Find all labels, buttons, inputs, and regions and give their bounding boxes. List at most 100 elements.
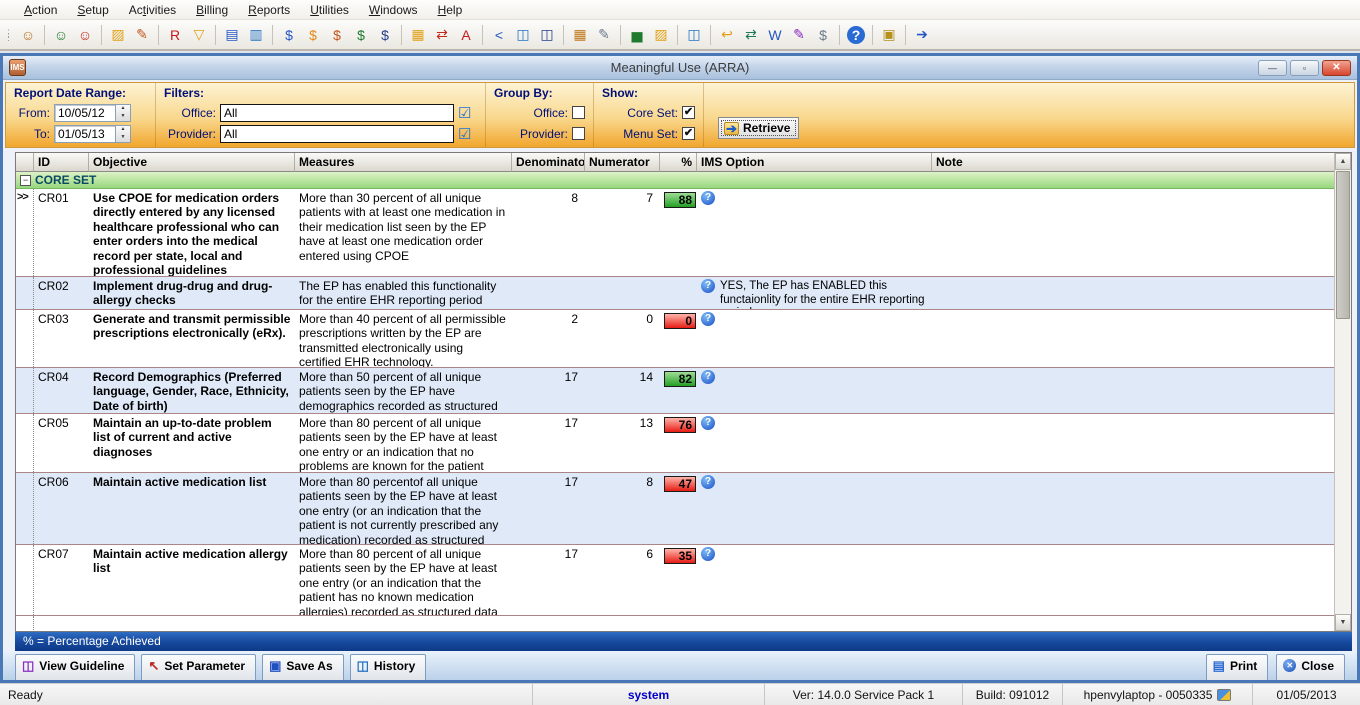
spin-up-icon[interactable]: ▲ bbox=[116, 126, 130, 134]
office-list-picker-icon[interactable]: ☑ bbox=[458, 104, 471, 122]
menu-reports[interactable]: Reports bbox=[238, 1, 300, 19]
menu-action[interactable]: Action bbox=[14, 1, 67, 19]
menu-activities[interactable]: Activities bbox=[119, 1, 186, 19]
data-transfer-icon[interactable]: ⇄ bbox=[740, 24, 762, 46]
notes-icon[interactable]: ▥ bbox=[245, 24, 267, 46]
report-clipboard-icon[interactable]: ◫ bbox=[683, 24, 705, 46]
restore-button[interactable]: ▫ bbox=[1290, 60, 1319, 76]
refresh-document-icon[interactable]: ↩ bbox=[716, 24, 738, 46]
column-header-denominator[interactable]: Denominator bbox=[512, 153, 585, 172]
statement-icon[interactable]: $ bbox=[812, 24, 834, 46]
retrieve-button[interactable]: ➔ Retrieve bbox=[718, 117, 799, 139]
spin-down-icon[interactable]: ▼ bbox=[116, 113, 130, 121]
column-header-indicator[interactable] bbox=[16, 153, 34, 172]
scroll-up-icon[interactable]: ▲ bbox=[1335, 153, 1351, 170]
print-button[interactable]: ▤ Print bbox=[1206, 654, 1269, 680]
grid-row-cr04[interactable]: CR04Record Demographics (Preferred langu… bbox=[16, 368, 1334, 414]
menu-utilities[interactable]: Utilities bbox=[300, 1, 359, 19]
window-titlebar[interactable]: IMS Meaningful Use (ARRA) — ▫ ✕ bbox=[3, 56, 1357, 80]
collapse-group-icon[interactable]: − bbox=[20, 175, 31, 186]
open-chart-folder-icon[interactable]: ▨ bbox=[107, 24, 129, 46]
scan-icon[interactable]: ◫ bbox=[536, 24, 558, 46]
edit-patient-icon[interactable]: ✎ bbox=[131, 24, 153, 46]
office-filter-input[interactable]: All bbox=[220, 104, 454, 122]
group-by-provider-checkbox[interactable] bbox=[572, 127, 585, 140]
grid-row-cr05[interactable]: CR05Maintain an up-to-date problem list … bbox=[16, 414, 1334, 473]
scroll-down-icon[interactable]: ▼ bbox=[1335, 614, 1351, 631]
column-header-objective[interactable]: Objective bbox=[89, 153, 295, 172]
provider-filter-input[interactable]: All bbox=[220, 125, 454, 143]
vertical-scrollbar[interactable]: ▲ ▼ bbox=[1334, 153, 1351, 631]
payment-icon[interactable]: $ bbox=[278, 24, 300, 46]
word-export-icon[interactable]: W bbox=[764, 24, 786, 46]
patient-check-in-icon[interactable]: ☺ bbox=[50, 24, 72, 46]
ims-help-icon[interactable]: ? bbox=[701, 279, 715, 293]
column-header-id[interactable]: ID bbox=[34, 153, 89, 172]
grid-row-cr06[interactable]: CR06Maintain active medication listMore … bbox=[16, 473, 1334, 545]
cell-percent: 35 bbox=[660, 545, 697, 615]
history-button[interactable]: ◫ History bbox=[350, 654, 427, 680]
collect-payment-icon[interactable]: $ bbox=[350, 24, 372, 46]
core-set-group-row[interactable]: −CORE SET bbox=[16, 172, 1334, 189]
charge-transfer-icon[interactable]: ⇄ bbox=[431, 24, 453, 46]
column-header-measures[interactable]: Measures bbox=[295, 153, 512, 172]
menu-billing[interactable]: Billing bbox=[186, 1, 238, 19]
to-date-spinner[interactable]: ▲▼ bbox=[116, 125, 131, 143]
toolbar-grip-icon[interactable]: ⋮⋮ bbox=[4, 31, 12, 39]
core-set-checkbox[interactable]: ✔ bbox=[682, 106, 695, 119]
to-date-input[interactable]: 01/05/13 bbox=[54, 125, 116, 143]
invoice-icon[interactable]: $ bbox=[302, 24, 324, 46]
from-date-input[interactable]: 10/05/12 bbox=[54, 104, 116, 122]
ims-help-icon[interactable]: ? bbox=[701, 312, 715, 326]
clipboard-edit-icon[interactable]: ✎ bbox=[593, 24, 615, 46]
reports-chart-icon[interactable]: ▅ bbox=[626, 24, 648, 46]
minimize-button[interactable]: — bbox=[1258, 60, 1287, 76]
grid-row-cr07[interactable]: CR07Maintain active medication allergy l… bbox=[16, 545, 1334, 616]
column-header-note[interactable]: Note bbox=[932, 153, 1351, 172]
scrollbar-thumb[interactable] bbox=[1336, 171, 1350, 319]
signature-icon[interactable]: ✎ bbox=[788, 24, 810, 46]
save-as-button[interactable]: ▣ Save As bbox=[262, 654, 344, 680]
column-header-numerator[interactable]: Numerator bbox=[585, 153, 660, 172]
menu-set-checkbox[interactable]: ✔ bbox=[682, 127, 695, 140]
prescription-icon[interactable]: R bbox=[164, 24, 186, 46]
ims-help-icon[interactable]: ? bbox=[701, 191, 715, 205]
exit-icon[interactable]: ➔ bbox=[911, 24, 933, 46]
column-header-ims-option[interactable]: IMS Option bbox=[697, 153, 932, 172]
spin-up-icon[interactable]: ▲ bbox=[116, 105, 130, 113]
lock-icon[interactable]: ▣ bbox=[878, 24, 900, 46]
schedule-grid-icon[interactable]: ▦ bbox=[407, 24, 429, 46]
column-header--[interactable]: % bbox=[660, 153, 697, 172]
close-button[interactable]: ✕ Close bbox=[1276, 654, 1345, 680]
patient-account-icon[interactable]: $ bbox=[326, 24, 348, 46]
help-icon[interactable]: ? bbox=[847, 26, 865, 44]
provider-list-picker-icon[interactable]: ☑ bbox=[458, 125, 471, 143]
from-date-spinner[interactable]: ▲▼ bbox=[116, 104, 131, 122]
menu-help[interactable]: Help bbox=[428, 1, 473, 19]
lab-icon[interactable]: ▽ bbox=[188, 24, 210, 46]
patient-icon[interactable]: ☺ bbox=[17, 24, 39, 46]
close-window-button[interactable]: ✕ bbox=[1322, 60, 1351, 76]
spell-check-icon[interactable]: A bbox=[455, 24, 477, 46]
back-icon[interactable]: < bbox=[488, 24, 510, 46]
grid-row-cr01[interactable]: >>CR01Use CPOE for medication orders dir… bbox=[16, 189, 1334, 277]
document-icon[interactable]: ▤ bbox=[221, 24, 243, 46]
view-guideline-button[interactable]: ◫ View Guideline bbox=[15, 654, 135, 680]
current-row-marker bbox=[16, 473, 34, 544]
patient-check-out-icon[interactable]: ☺ bbox=[74, 24, 96, 46]
spin-down-icon[interactable]: ▼ bbox=[116, 134, 130, 142]
patient-folder-icon[interactable]: ▨ bbox=[650, 24, 672, 46]
ims-help-icon[interactable]: ? bbox=[701, 370, 715, 384]
menu-setup[interactable]: Setup bbox=[67, 1, 118, 19]
group-by-office-checkbox[interactable] bbox=[572, 106, 585, 119]
grid-row-cr03[interactable]: CR03Generate and transmit permissible pr… bbox=[16, 310, 1334, 368]
ims-help-icon[interactable]: ? bbox=[701, 475, 715, 489]
set-parameter-button[interactable]: ↖ Set Parameter bbox=[141, 654, 256, 680]
ims-help-icon[interactable]: ? bbox=[701, 416, 715, 430]
grid-row-cr02[interactable]: CR02Implement drug-drug and drug-allergy… bbox=[16, 277, 1334, 310]
calendar-icon[interactable]: ▦ bbox=[569, 24, 591, 46]
fax-icon[interactable]: ◫ bbox=[512, 24, 534, 46]
menu-windows[interactable]: Windows bbox=[359, 1, 428, 19]
ims-help-icon[interactable]: ? bbox=[701, 547, 715, 561]
adjustment-icon[interactable]: $ bbox=[374, 24, 396, 46]
